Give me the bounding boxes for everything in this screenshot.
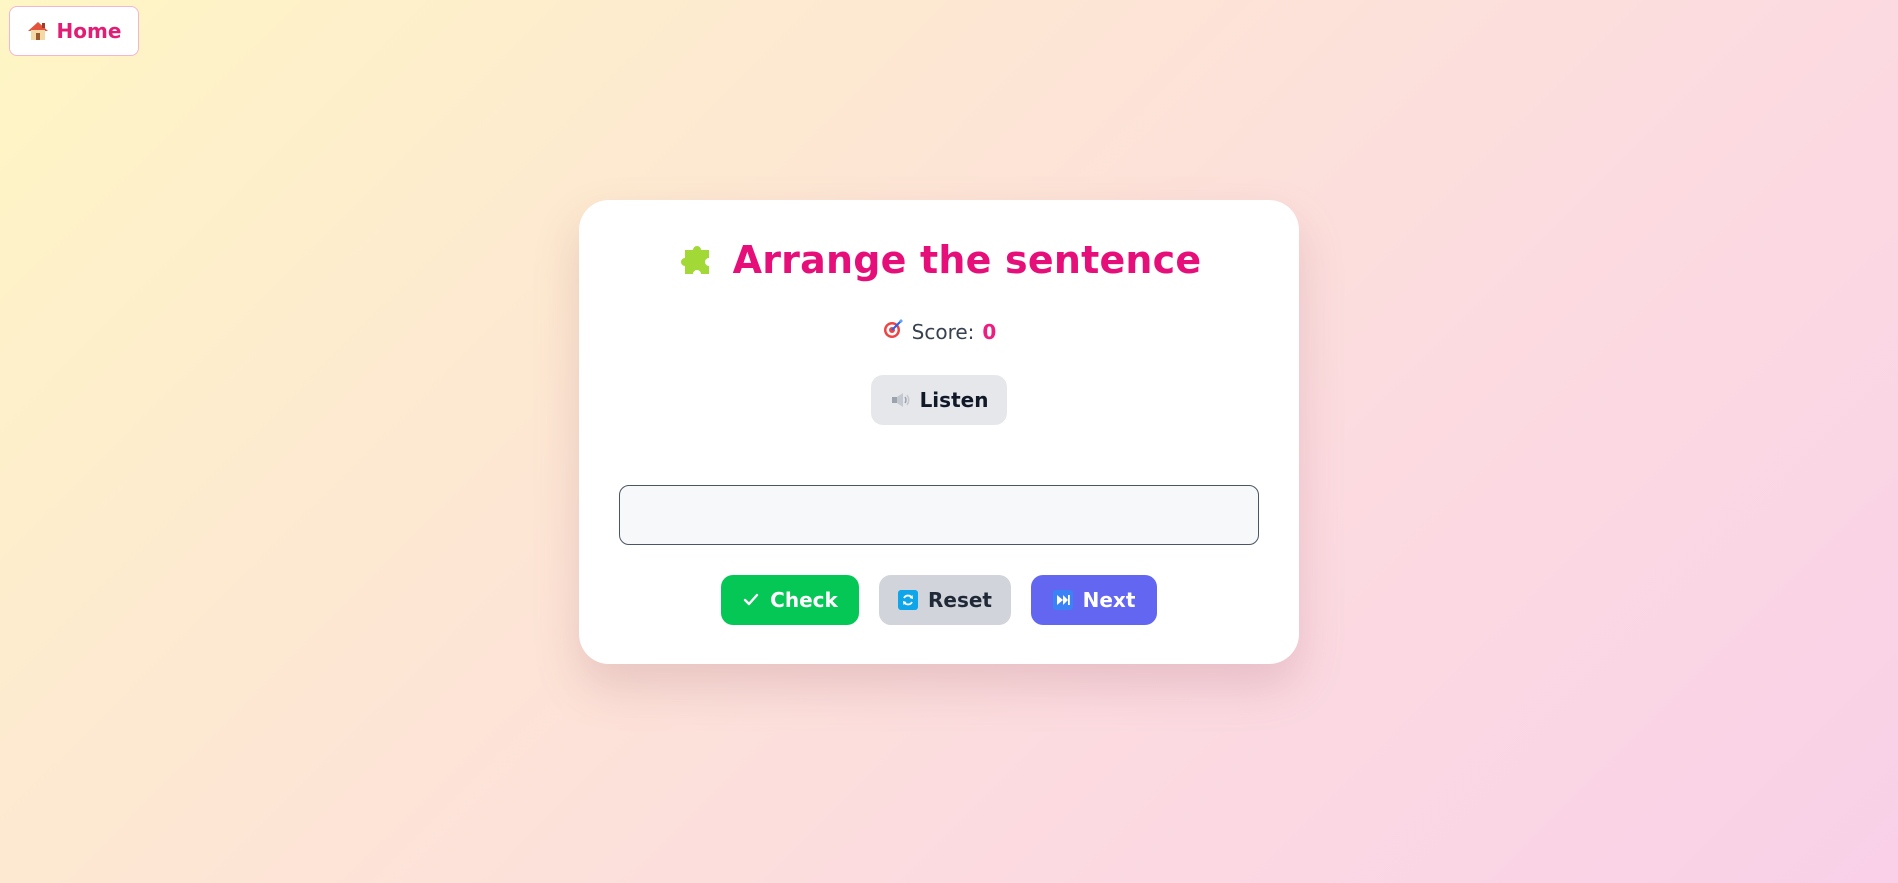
refresh-icon bbox=[898, 590, 918, 610]
game-card: Arrange the sentence Score: 0 Listen Che… bbox=[579, 200, 1299, 664]
target-icon bbox=[882, 318, 904, 345]
page-title: Arrange the sentence bbox=[579, 238, 1299, 282]
score-label: Score: bbox=[911, 319, 975, 344]
title-text: Arrange the sentence bbox=[732, 238, 1202, 282]
reset-button[interactable]: Reset bbox=[879, 575, 1011, 625]
skip-forward-icon bbox=[1052, 590, 1073, 610]
home-button-label: Home bbox=[56, 19, 122, 43]
answer-drop-zone[interactable] bbox=[619, 485, 1259, 545]
score-value: 0 bbox=[982, 319, 997, 344]
speaker-icon bbox=[890, 391, 912, 409]
puzzle-piece-icon bbox=[677, 240, 717, 280]
check-button-label: Check bbox=[770, 588, 838, 612]
listen-button[interactable]: Listen bbox=[871, 375, 1007, 425]
check-button[interactable]: Check bbox=[721, 575, 859, 625]
score-display: Score: 0 bbox=[579, 318, 1299, 345]
house-icon bbox=[27, 20, 49, 42]
home-button[interactable]: Home bbox=[9, 6, 139, 56]
listen-button-label: Listen bbox=[919, 388, 989, 412]
next-button-label: Next bbox=[1082, 588, 1136, 612]
next-button[interactable]: Next bbox=[1031, 575, 1157, 625]
reset-button-label: Reset bbox=[928, 588, 992, 612]
checkmark-icon bbox=[742, 591, 760, 609]
